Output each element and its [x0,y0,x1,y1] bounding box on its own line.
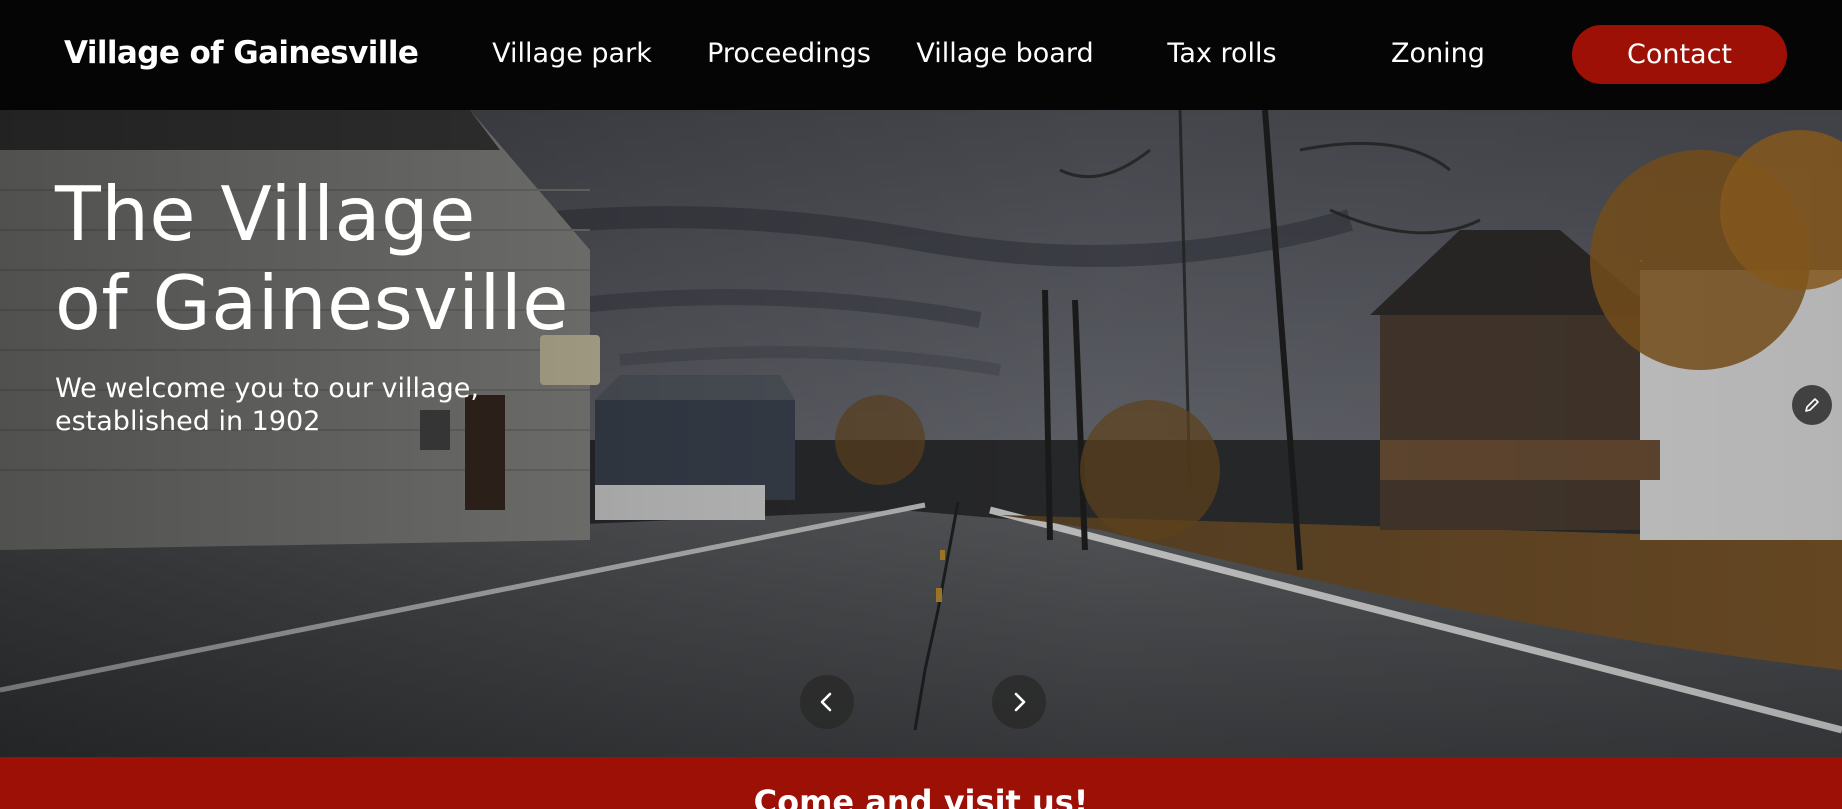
chevron-left-icon [820,692,832,712]
hero-subtitle-line-2: established in 1902 [55,406,321,437]
hero-subtitle: We welcome you to our village, establish… [55,372,535,438]
hero-title-line-1: The Village [55,170,476,258]
pencil-icon [1805,398,1819,412]
visit-section-title: Come and visit us! [753,783,1089,809]
contact-button[interactable]: Contact [1572,25,1787,84]
hero-banner: The Village of Gainesville We welcome yo… [0,110,1842,757]
nav-link-tax-rolls[interactable]: Tax rolls [1167,38,1276,69]
nav-link-zoning[interactable]: Zoning [1391,38,1485,69]
hero-title-line-2: of Gainesville [55,259,569,347]
visit-section: Come and visit us! [0,757,1842,809]
edit-image-button[interactable] [1792,385,1832,425]
chevron-right-icon [1014,692,1026,712]
nav-link-village-board[interactable]: Village board [916,38,1093,69]
carousel-prev-button[interactable] [800,675,854,729]
hero-subtitle-line-1: We welcome you to our village, [55,373,479,404]
nav-link-proceedings[interactable]: Proceedings [707,38,871,69]
nav-link-village-park[interactable]: Village park [492,38,652,69]
carousel-next-button[interactable] [992,675,1046,729]
hero-title: The Village of Gainesville [55,170,675,348]
top-navigation-bar: Village of Gainesville Village park Proc… [0,0,1842,110]
site-brand[interactable]: Village of Gainesville [64,35,419,71]
